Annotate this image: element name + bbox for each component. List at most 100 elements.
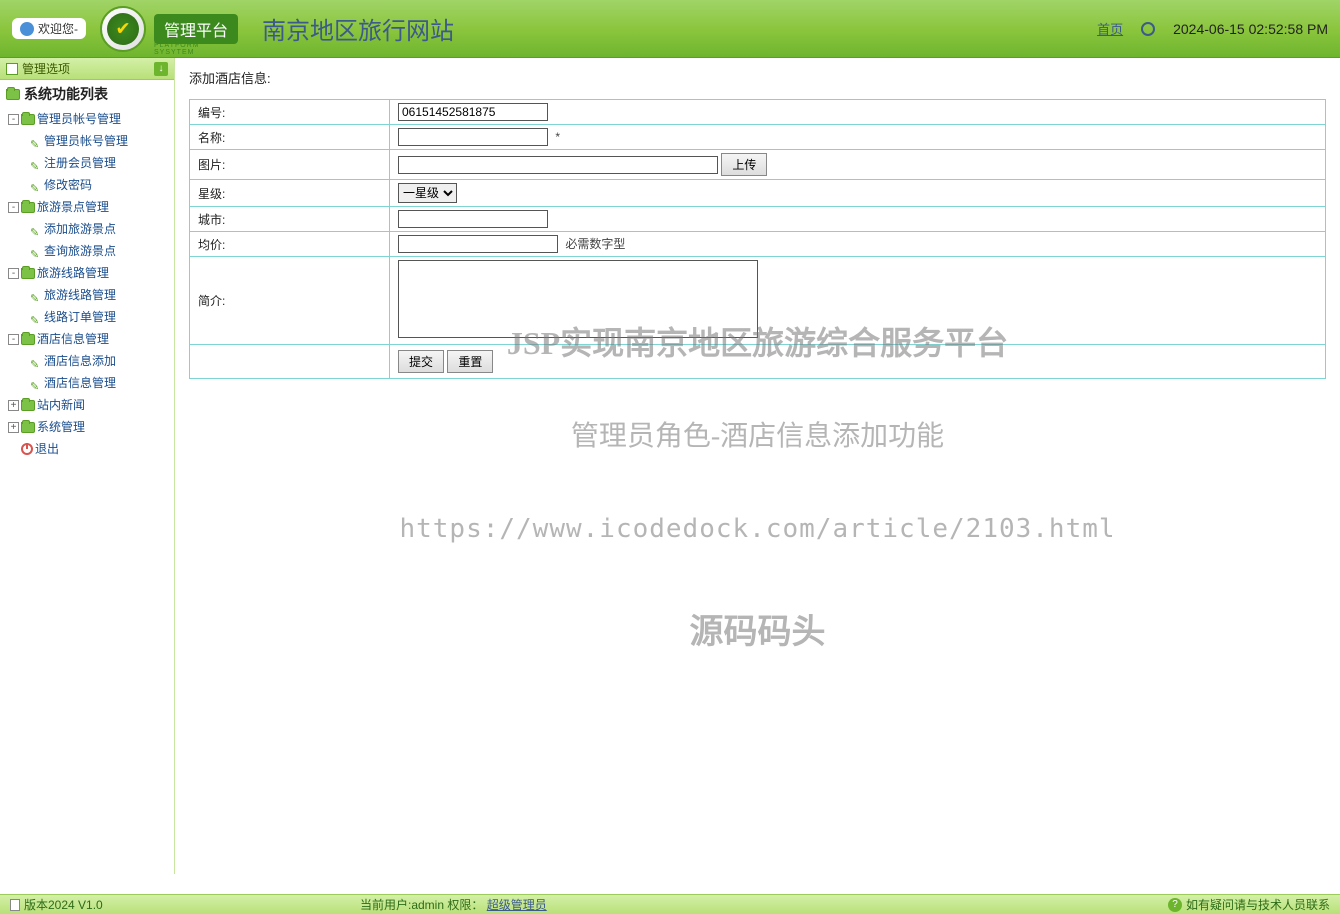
city-input[interactable] [398,210,548,228]
mgmt-options-label: 管理选项 [22,60,70,77]
footer: 版本2024 V1.0 当前用户:admin 权限： 超级管理员 ? 如有疑问请… [0,894,1340,914]
watermark-line4: 源码码头 [175,604,1340,653]
footer-user-label: 当前用户:admin 权限： [360,898,483,912]
tree-toggle-icon[interactable]: - [8,268,19,279]
sidebar-group-label: 旅游线路管理 [37,264,109,282]
sidebar-group-scenic[interactable]: - 旅游景点管理 [0,196,174,218]
help-icon: ? [1168,898,1182,912]
folder-icon [21,400,35,411]
sidebar-item-label: 旅游线路管理 [44,286,116,304]
home-link[interactable]: 首页 [1097,19,1123,38]
sidebar-group-label: 管理员帐号管理 [37,110,121,128]
sidebar-item-label: 酒店信息管理 [44,374,116,392]
sidebar-group-hotel[interactable]: - 酒店信息管理 [0,328,174,350]
doc-icon [10,899,20,911]
label-star: 星级: [190,180,390,207]
edit-icon [30,179,42,191]
required-mark: * [555,130,560,144]
platform-sub: PLATFORM SYSYTEM [154,42,238,56]
user-icon [20,22,34,36]
sidebar-item-label: 管理员帐号管理 [44,132,128,150]
edit-icon [30,355,42,367]
sidebar-group-admin[interactable]: - 管理员帐号管理 [0,108,174,130]
tree-toggle-icon[interactable]: - [8,334,19,345]
sidebar-item-label: 修改密码 [44,176,92,194]
name-input[interactable] [398,128,548,146]
edit-icon [30,245,42,257]
sidebar-item-route-orders[interactable]: 线路订单管理 [0,306,174,328]
chevron-down-icon[interactable]: ↓ [154,62,168,76]
sidebar-logout-label: 退出 [35,440,59,458]
folder-icon [6,89,20,100]
star-select[interactable]: 一星级 [398,183,457,203]
watermark-line3: https://www.icodedock.com/article/2103.h… [175,514,1340,544]
folder-icon [21,268,35,279]
edit-icon [30,289,42,301]
footer-role-link[interactable]: 超级管理员 [487,898,547,912]
sidebar-group-system[interactable]: + 系统管理 [0,416,174,438]
main-content: 添加酒店信息: 编号: 名称: * 图片: 上传 星级: 一星级 城市: 均价:… [175,58,1340,874]
watermark-line2: 管理员角色-酒店信息添加功能 [175,414,1340,454]
upload-button[interactable]: 上传 [721,153,767,176]
price-input[interactable] [398,235,558,253]
folder-icon [21,334,35,345]
number-input[interactable] [398,103,548,121]
hotel-form-table: 编号: 名称: * 图片: 上传 星级: 一星级 城市: 均价: 必需数字型 简… [189,99,1326,379]
sidebar-item-password[interactable]: 修改密码 [0,174,174,196]
sidebar-item-hotel-mgmt[interactable]: 酒店信息管理 [0,372,174,394]
sidebar-group-route[interactable]: - 旅游线路管理 [0,262,174,284]
edit-icon [30,377,42,389]
edit-icon [30,135,42,147]
reset-button[interactable]: 重置 [447,350,493,373]
page-heading: 添加酒店信息: [189,68,1326,87]
sidebar-item-add-scenic[interactable]: 添加旅游景点 [0,218,174,240]
folder-icon [21,422,35,433]
calendar-icon [6,63,18,75]
func-list-title: 系统功能列表 [0,80,174,108]
tree-toggle-icon[interactable]: + [8,400,19,411]
sidebar: 管理选项 ↓ 系统功能列表 - 管理员帐号管理 管理员帐号管理 注册会员管理 修… [0,58,175,874]
sidebar-group-news[interactable]: + 站内新闻 [0,394,174,416]
sidebar-item-label: 添加旅游景点 [44,220,116,238]
footer-version: 版本2024 V1.0 [24,896,103,913]
edit-icon [30,157,42,169]
sidebar-group-label: 系统管理 [37,418,85,436]
mgmt-options-bar[interactable]: 管理选项 ↓ [0,58,174,80]
submit-button[interactable]: 提交 [398,350,444,373]
folder-icon [21,114,35,125]
sidebar-item-members[interactable]: 注册会员管理 [0,152,174,174]
edit-icon [30,223,42,235]
label-price: 均价: [190,232,390,257]
welcome-text: 欢迎您- [38,20,78,37]
sidebar-item-label: 酒店信息添加 [44,352,116,370]
platform-label: 管理平台 PLATFORM SYSYTEM [154,14,238,44]
sidebar-item-query-scenic[interactable]: 查询旅游景点 [0,240,174,262]
edit-icon [30,311,42,323]
sidebar-item-route-mgmt[interactable]: 旅游线路管理 [0,284,174,306]
sidebar-group-label: 站内新闻 [37,396,85,414]
sidebar-item-label: 注册会员管理 [44,154,116,172]
desc-textarea[interactable] [398,260,758,338]
clock-icon [1141,22,1155,36]
datetime-text: 2024-06-15 02:52:58 PM [1173,21,1328,37]
tree-toggle-icon[interactable]: - [8,202,19,213]
sidebar-group-label: 酒店信息管理 [37,330,109,348]
sidebar-item-label: 查询旅游景点 [44,242,116,260]
tree-toggle-icon[interactable]: - [8,114,19,125]
label-number: 编号: [190,100,390,125]
label-city: 城市: [190,207,390,232]
header: 欢迎您- 管理平台 PLATFORM SYSYTEM 南京地区旅行网站 首页 2… [0,0,1340,58]
logo-icon [100,6,146,52]
footer-help-text: 如有疑问请与技术人员联系 [1186,896,1330,913]
sidebar-group-label: 旅游景点管理 [37,198,109,216]
sidebar-item-hotel-add[interactable]: 酒店信息添加 [0,350,174,372]
site-title: 南京地区旅行网站 [262,11,454,46]
label-desc: 简介: [190,257,390,345]
image-path-input[interactable] [398,156,718,174]
price-hint: 必需数字型 [565,237,625,251]
sidebar-logout[interactable]: 退出 [0,438,174,460]
power-icon [21,443,33,455]
label-image: 图片: [190,150,390,180]
sidebar-item-admin-accounts[interactable]: 管理员帐号管理 [0,130,174,152]
tree-toggle-icon[interactable]: + [8,422,19,433]
